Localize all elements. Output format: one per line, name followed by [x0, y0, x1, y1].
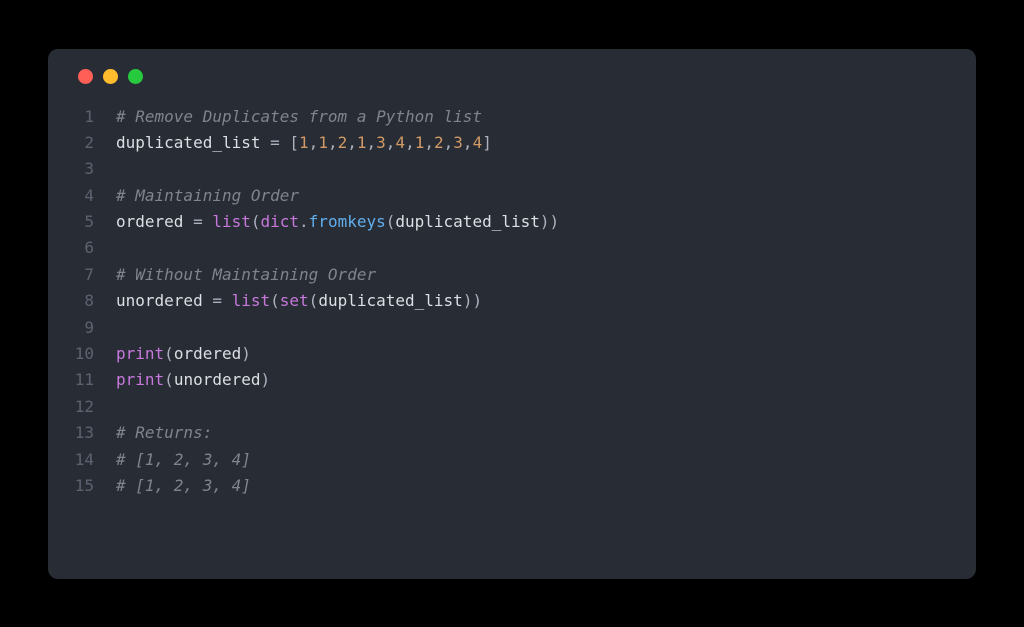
- code-token: 3: [376, 133, 386, 152]
- code-line[interactable]: duplicated_list = [1,1,2,1,3,4,1,2,3,4]: [116, 130, 559, 156]
- code-line[interactable]: [116, 394, 559, 420]
- line-number: 14: [72, 447, 94, 473]
- editor-window: 123456789101112131415 # Remove Duplicate…: [48, 49, 976, 579]
- code-token: duplicated_list: [395, 212, 540, 231]
- code-token: 1: [357, 133, 367, 152]
- code-token: ]: [482, 133, 492, 152]
- code-token: (: [270, 291, 280, 310]
- line-number: 7: [72, 262, 94, 288]
- code-line[interactable]: [116, 235, 559, 261]
- code-token: # Returns:: [116, 423, 212, 442]
- code-token: ): [261, 370, 271, 389]
- line-number: 13: [72, 420, 94, 446]
- minimize-icon[interactable]: [103, 69, 118, 84]
- code-token: (: [309, 291, 319, 310]
- code-token: =: [212, 291, 231, 310]
- line-number: 11: [72, 367, 94, 393]
- line-number: 15: [72, 473, 94, 499]
- code-token: 2: [434, 133, 444, 152]
- line-number: 10: [72, 341, 94, 367]
- line-number: 4: [72, 183, 94, 209]
- code-token: # [1, 2, 3, 4]: [116, 476, 251, 495]
- code-token: ordered: [174, 344, 241, 363]
- code-line[interactable]: ordered = list(dict.fromkeys(duplicated_…: [116, 209, 559, 235]
- code-token: 4: [395, 133, 405, 152]
- code-token: (: [251, 212, 261, 231]
- code-token: set: [280, 291, 309, 310]
- line-number: 1: [72, 104, 94, 130]
- code-line[interactable]: print(unordered): [116, 367, 559, 393]
- line-number: 8: [72, 288, 94, 314]
- code-line[interactable]: # [1, 2, 3, 4]: [116, 447, 559, 473]
- maximize-icon[interactable]: [128, 69, 143, 84]
- code-token: 1: [318, 133, 328, 152]
- traffic-lights: [72, 69, 952, 84]
- code-token: print: [116, 370, 164, 389]
- code-token: ,: [405, 133, 415, 152]
- code-token: ,: [386, 133, 396, 152]
- code-token: fromkeys: [309, 212, 386, 231]
- code-token: 4: [473, 133, 483, 152]
- code-line[interactable]: # Returns:: [116, 420, 559, 446]
- code-line[interactable]: unordered = list(set(duplicated_list)): [116, 288, 559, 314]
- code-token: unordered: [116, 291, 212, 310]
- code-token: .: [299, 212, 309, 231]
- code-token: =: [193, 212, 212, 231]
- code-token: ,: [444, 133, 454, 152]
- code-token: (: [164, 344, 174, 363]
- code-token: 1: [415, 133, 425, 152]
- code-token: ): [241, 344, 251, 363]
- code-token: unordered: [174, 370, 261, 389]
- code-content[interactable]: # Remove Duplicates from a Python list du…: [116, 104, 559, 500]
- code-token: duplicated_list: [318, 291, 463, 310]
- code-token: dict: [261, 212, 300, 231]
- code-token: # Remove Duplicates from a Python list: [116, 107, 482, 126]
- code-line[interactable]: # Maintaining Order: [116, 183, 559, 209]
- code-token: # [1, 2, 3, 4]: [116, 450, 251, 469]
- code-token: =: [270, 133, 289, 152]
- code-token: ,: [424, 133, 434, 152]
- code-token: # Without Maintaining Order: [116, 265, 376, 284]
- line-number-gutter: 123456789101112131415: [72, 104, 116, 500]
- code-line[interactable]: [116, 315, 559, 341]
- code-line[interactable]: [116, 156, 559, 182]
- line-number: 9: [72, 315, 94, 341]
- code-token: 2: [338, 133, 348, 152]
- code-token: 3: [453, 133, 463, 152]
- code-token: ,: [309, 133, 319, 152]
- code-token: [: [289, 133, 299, 152]
- code-token: list: [212, 212, 251, 231]
- code-token: # Maintaining Order: [116, 186, 299, 205]
- line-number: 5: [72, 209, 94, 235]
- code-token: )): [540, 212, 559, 231]
- code-token: ,: [328, 133, 338, 152]
- code-token: ,: [463, 133, 473, 152]
- code-line[interactable]: print(ordered): [116, 341, 559, 367]
- line-number: 3: [72, 156, 94, 182]
- code-line[interactable]: # Without Maintaining Order: [116, 262, 559, 288]
- line-number: 6: [72, 235, 94, 261]
- code-area[interactable]: 123456789101112131415 # Remove Duplicate…: [72, 104, 952, 500]
- code-token: ,: [367, 133, 377, 152]
- line-number: 12: [72, 394, 94, 420]
- code-token: duplicated_list: [116, 133, 270, 152]
- code-token: ordered: [116, 212, 193, 231]
- line-number: 2: [72, 130, 94, 156]
- code-token: (: [386, 212, 396, 231]
- code-token: ,: [347, 133, 357, 152]
- code-line[interactable]: # Remove Duplicates from a Python list: [116, 104, 559, 130]
- close-icon[interactable]: [78, 69, 93, 84]
- code-line[interactable]: # [1, 2, 3, 4]: [116, 473, 559, 499]
- code-token: list: [232, 291, 271, 310]
- code-token: (: [164, 370, 174, 389]
- code-token: )): [463, 291, 482, 310]
- code-token: 1: [299, 133, 309, 152]
- code-token: print: [116, 344, 164, 363]
